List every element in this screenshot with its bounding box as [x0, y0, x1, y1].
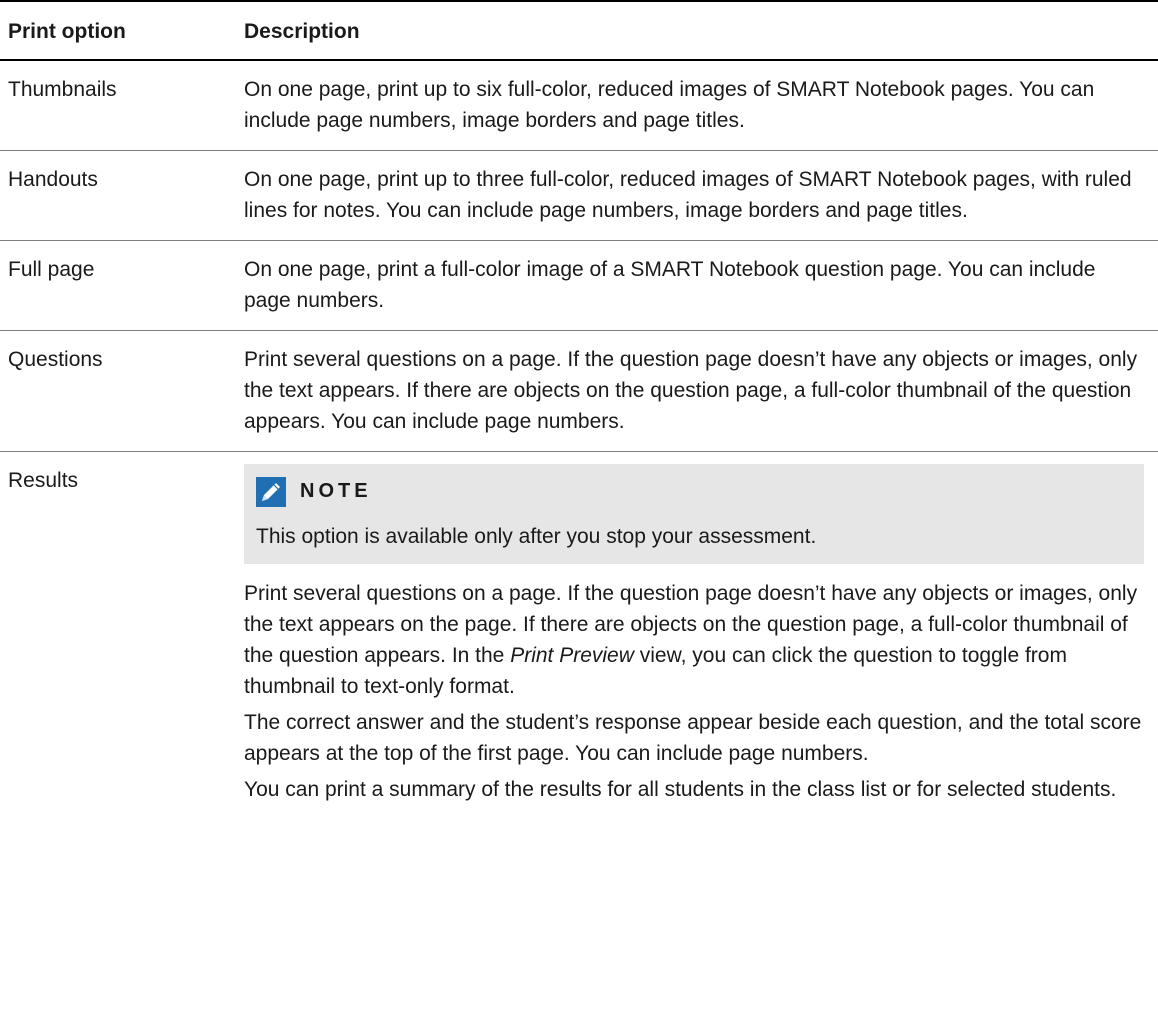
option-cell: Thumbnails [8, 78, 117, 101]
option-cell: Full page [8, 258, 95, 281]
results-paragraph-1: Print several questions on a page. If th… [244, 578, 1144, 702]
pencil-icon [256, 476, 286, 507]
results-paragraph-3: You can print a summary of the results f… [244, 778, 1117, 801]
header-description: Description [244, 20, 360, 43]
table-row: Handouts On one page, print up to three … [0, 151, 1158, 241]
description-cell: On one page, print up to three full-colo… [244, 168, 1132, 222]
table-row-results: Results NOTE This option is available on… [0, 452, 1158, 820]
option-cell: Questions [8, 348, 103, 371]
note-header: NOTE [256, 476, 1128, 507]
table-header-row: Print option Description [0, 1, 1158, 60]
table-row: Questions Print several questions on a p… [0, 331, 1158, 452]
note-text: This option is available only after you … [256, 525, 817, 548]
description-cell: On one page, print up to six full-color,… [244, 78, 1095, 132]
print-options-table: Print option Description Thumbnails On o… [0, 0, 1158, 819]
table-row: Full page On one page, print a full-colo… [0, 241, 1158, 331]
header-print-option: Print option [8, 20, 126, 43]
print-preview-term: Print Preview [510, 644, 634, 667]
description-cell: NOTE This option is available only after… [222, 452, 1158, 820]
note-title: NOTE [300, 480, 372, 502]
note-box: NOTE This option is available only after… [244, 464, 1144, 564]
results-paragraph-2: The correct answer and the student’s res… [244, 711, 1142, 765]
description-cell: Print several questions on a page. If th… [244, 348, 1138, 433]
description-cell: On one page, print a full-color image of… [244, 258, 1096, 312]
table-row: Thumbnails On one page, print up to six … [0, 60, 1158, 151]
option-cell: Results [8, 469, 79, 492]
option-cell: Handouts [8, 168, 98, 191]
